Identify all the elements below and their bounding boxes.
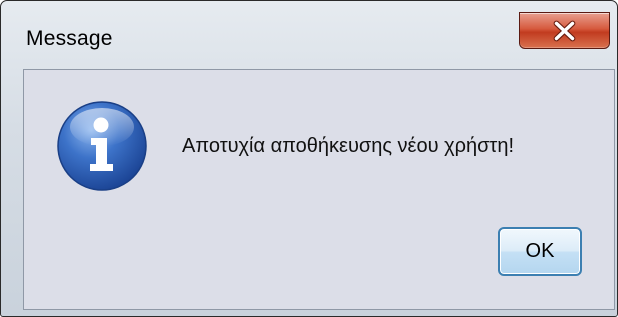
- information-icon: [57, 101, 147, 191]
- ok-button[interactable]: OK: [498, 227, 582, 276]
- message-text: Αποτυχία αποθήκευσης νέου χρήστη!: [182, 135, 515, 157]
- message-dialog: Message Αποτυχία αποθήκευσης νέου χρήστη…: [0, 0, 618, 317]
- window-title: Message: [26, 27, 113, 50]
- dialog-body: Αποτυχία αποθήκευσης νέου χρήστη! OK: [23, 69, 615, 310]
- close-icon: [553, 20, 576, 42]
- close-button[interactable]: [519, 12, 610, 49]
- title-bar[interactable]: Message: [1, 1, 617, 67]
